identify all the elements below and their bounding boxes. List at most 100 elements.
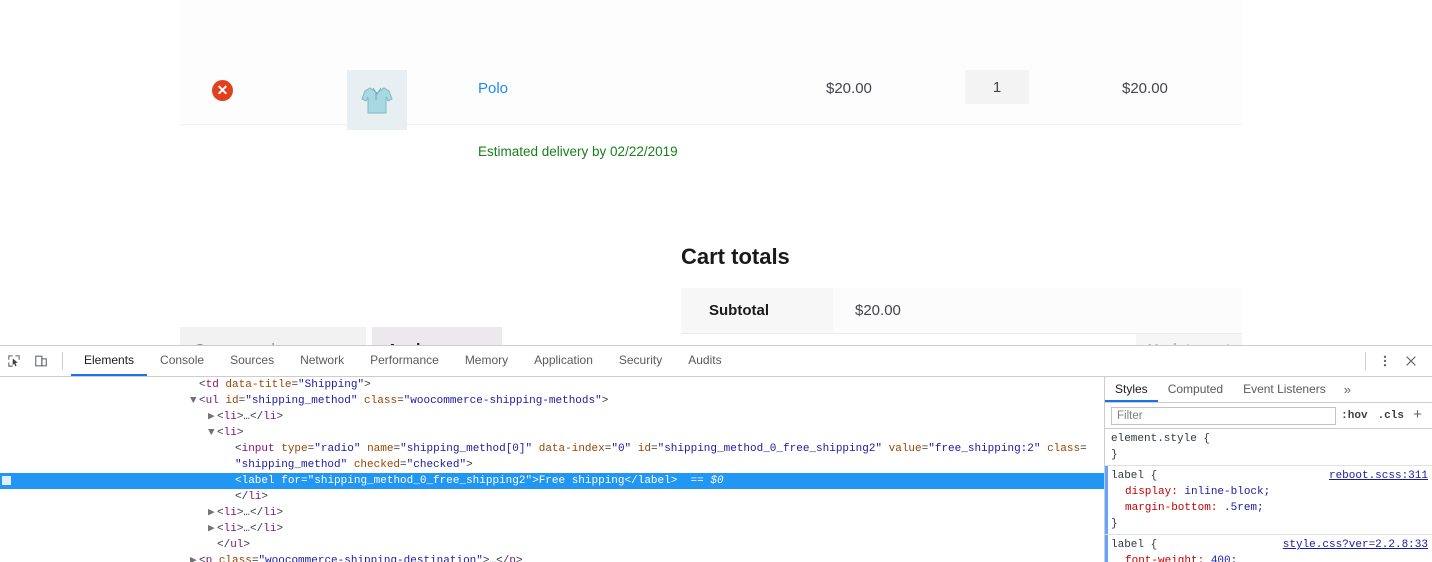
dom-node[interactable]: </ul> [0,537,1104,553]
table-row: Subtotal $20.00 [681,288,1242,334]
remove-x-icon[interactable]: ✕ [212,80,233,101]
dom-token-punc: < [199,379,206,391]
tab-memory[interactable]: Memory [452,346,521,376]
dom-token-val: "shipping_method[0]" [400,443,533,455]
dom-token-punc: > [261,491,269,503]
product-link[interactable]: Polo [478,80,508,97]
cart-totals-title: Cart totals [681,244,790,269]
dom-node[interactable]: <td data-title="Shipping"> [0,377,1104,393]
add-style-rule-icon[interactable]: + [1409,407,1428,424]
style-rule[interactable]: style.css?ver=2.2.8:33 label {font-weight… [1105,535,1432,562]
chevron-double-right-icon[interactable]: » [1336,377,1359,402]
tab-network[interactable]: Network [287,346,357,376]
more-options-icon[interactable] [1372,348,1398,374]
dom-token-punc: > [466,459,473,471]
style-declaration[interactable]: font-weight: 400; [1111,553,1432,562]
selection-marker [2,476,11,485]
style-rule[interactable]: reboot.scss:311 label {display: inline-bl… [1105,466,1432,535]
tab-styles[interactable]: Styles [1105,377,1158,402]
chevron-right-icon[interactable]: ▶ [208,505,217,521]
style-source-link[interactable]: reboot.scss:311 [1329,468,1428,484]
dom-token-punc: < [235,443,242,455]
chevron-right-icon[interactable]: ▶ [208,409,217,425]
style-rule-close: } [1111,449,1118,461]
dom-token-val: "radio" [314,443,361,455]
dom-token-attr: class [357,395,398,407]
dom-node[interactable]: ▼ <ul id="shipping_method" class="woocomm… [0,393,1104,409]
product-thumbnail[interactable] [347,70,407,130]
dom-token-tag: li [263,507,277,519]
style-rule[interactable]: element.style {} [1105,429,1432,466]
tab-sources[interactable]: Sources [217,346,287,376]
dom-token-val: "woocommerce-shipping-destination" [258,555,483,562]
dom-token-val: "shipping_method" [235,459,348,471]
chevron-down-icon[interactable]: ▼ [208,425,217,441]
dom-token-punc: > [276,523,284,535]
product-subtotal: $20.00 [1122,80,1168,97]
dom-token-tag: label [637,475,671,487]
dom-token-punc: > [243,539,251,551]
tab-computed[interactable]: Computed [1158,377,1233,402]
style-value: .5rem; [1224,502,1264,514]
subtotal-value: $20.00 [833,288,1242,334]
dom-node[interactable]: ▶ <li>…</li> [0,505,1104,521]
style-rule-close: } [1111,518,1118,530]
cls-toggle[interactable]: .cls [1373,410,1409,422]
tab-elements[interactable]: Elements [71,346,148,376]
dom-node[interactable]: ▼ <li> [0,425,1104,441]
dom-tree-panel[interactable]: <td data-title="Shipping"> ▼ <ul id="shipp… [0,377,1105,562]
dom-token-val: "Shipping" [298,379,365,391]
style-value: inline-block; [1184,486,1271,498]
hov-toggle[interactable]: :hov [1336,410,1372,422]
chevron-right-icon[interactable]: ▶ [208,521,217,537]
dom-token-punc: = [400,459,407,471]
styles-filter-bar: :hov .cls + [1105,403,1432,429]
dom-token-attr: id [631,443,651,455]
dom-token-punc: = [1080,443,1087,455]
styles-panel: Styles Computed Event Listeners » :hov .… [1105,377,1432,562]
dom-token-tag: label [241,475,275,487]
dom-token-tag: li [263,523,277,535]
quantity-input[interactable] [965,70,1029,104]
dom-token-val: "free_shipping:2" [928,443,1041,455]
tab-event-listeners[interactable]: Event Listeners [1233,377,1336,402]
dom-node[interactable]: "shipping_method" checked="checked"> [0,457,1104,473]
dom-token-ref: == $0 [677,475,724,487]
close-icon[interactable] [1398,348,1424,374]
tab-console[interactable]: Console [147,346,217,376]
device-toolbar-icon[interactable] [27,346,54,376]
coupon-code-input[interactable] [180,327,366,345]
dom-node[interactable]: <input type="radio" name="shipping_metho… [0,441,1104,457]
dom-node[interactable]: ▶ <li>…</li> [0,409,1104,425]
style-source-link[interactable]: style.css?ver=2.2.8:33 [1283,537,1428,553]
apply-coupon-button[interactable]: Apply coupon [372,327,502,345]
dom-token-attr: data-index [532,443,605,455]
dom-token-punc: > [276,507,284,519]
styles-tab-list: Styles Computed Event Listeners » [1105,377,1432,403]
style-declaration[interactable]: margin-bottom: .5rem; [1111,500,1432,516]
dom-node[interactable]: ▶ <p class="woocommerce-shipping-destinat… [0,553,1104,562]
web-page-viewport: ✕ Polo Estimated delivery by 02/22/2019 … [0,0,1432,345]
product-price: $20.00 [826,80,872,97]
dom-token-punc: > [532,475,539,487]
style-value: 400; [1210,555,1238,562]
dom-node[interactable]: </li> [0,489,1104,505]
style-property: display: [1125,486,1185,498]
dom-token-tag: input [241,443,275,455]
tab-security[interactable]: Security [606,346,675,376]
tab-audits[interactable]: Audits [675,346,734,376]
inspect-element-icon[interactable] [0,346,27,376]
tab-application[interactable]: Application [521,346,606,376]
dom-token-tag: ul [205,395,219,407]
styles-filter-input[interactable] [1111,406,1337,425]
dom-token-val: "shipping_method" [245,395,358,407]
chevron-right-icon[interactable]: ▶ [190,553,199,562]
dom-token-attr: class [212,555,252,562]
tab-performance[interactable]: Performance [357,346,452,376]
style-declaration[interactable]: display: inline-block; [1111,484,1432,500]
dom-token-attr: class [1040,443,1081,455]
style-property: margin-bottom: [1125,502,1225,514]
chevron-down-icon[interactable]: ▼ [190,393,199,409]
dom-node-selected[interactable]: <label for="shipping_method_0_free_shipp… [0,473,1104,489]
dom-node[interactable]: ▶ <li>…</li> [0,521,1104,537]
